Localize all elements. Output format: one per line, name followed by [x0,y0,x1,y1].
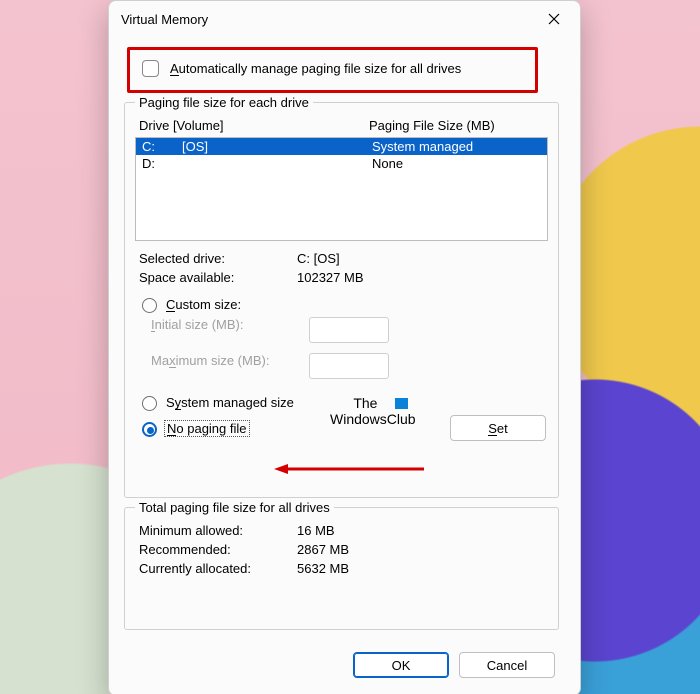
custom-size-radio[interactable] [142,298,157,313]
space-available-value: 102327 MB [297,270,364,285]
selected-drive-row: Selected drive: C: [OS] [135,249,548,268]
col-pfs: Paging File Size (MB) [369,118,495,133]
system-managed-label: System managed size [166,395,294,410]
space-available-row: Space available: 102327 MB [135,268,548,287]
desktop-wallpaper: Virtual Memory Automatically manage pagi… [0,0,700,694]
list-item[interactable]: D: None [136,155,547,172]
auto-manage-label: Automatically manage paging file size fo… [170,61,461,76]
selected-drive-value: C: [OS] [297,251,340,266]
drive-listbox[interactable]: C: [OS] System managed D: None [135,137,548,241]
set-button[interactable]: Set [450,415,546,441]
max-size-input [309,353,389,379]
close-icon [548,13,560,25]
rec-row: Recommended:2867 MB [135,540,548,559]
no-paging-file-radio[interactable] [142,422,157,437]
no-paging-file-row[interactable]: No paging file Set [135,413,548,443]
col-drive: Drive [Volume] [139,118,369,133]
totals-legend: Total paging file size for all drives [135,500,334,515]
initial-size-input [309,317,389,343]
cancel-button[interactable]: Cancel [459,652,555,678]
custom-size-row[interactable]: Custom size: [135,293,548,315]
totals-group: Total paging file size for all drives Mi… [124,500,559,630]
custom-size-label: Custom size: [166,297,241,312]
auto-manage-row[interactable]: Automatically manage paging file size fo… [138,57,461,80]
list-item[interactable]: C: [OS] System managed [136,138,547,155]
close-button[interactable] [540,5,568,33]
system-managed-row[interactable]: System managed size [135,391,548,413]
system-managed-radio[interactable] [142,396,157,411]
titlebar: Virtual Memory [109,1,580,37]
dialog-footer: OK Cancel [124,652,555,678]
ok-button[interactable]: OK [353,652,449,678]
paging-per-drive-group: Paging file size for each drive Drive [V… [124,95,559,498]
auto-manage-checkbox[interactable] [142,60,159,77]
drive-list-header: Drive [Volume] Paging File Size (MB) [135,116,548,135]
initial-size-row: Initial size (MB): [135,315,548,345]
cur-row: Currently allocated:5632 MB [135,559,548,578]
min-row: Minimum allowed:16 MB [135,521,548,540]
window-title: Virtual Memory [121,12,208,27]
paging-per-drive-legend: Paging file size for each drive [135,95,313,110]
max-size-row: Maximum size (MB): [135,351,548,381]
no-paging-file-label: No paging file [164,420,250,437]
